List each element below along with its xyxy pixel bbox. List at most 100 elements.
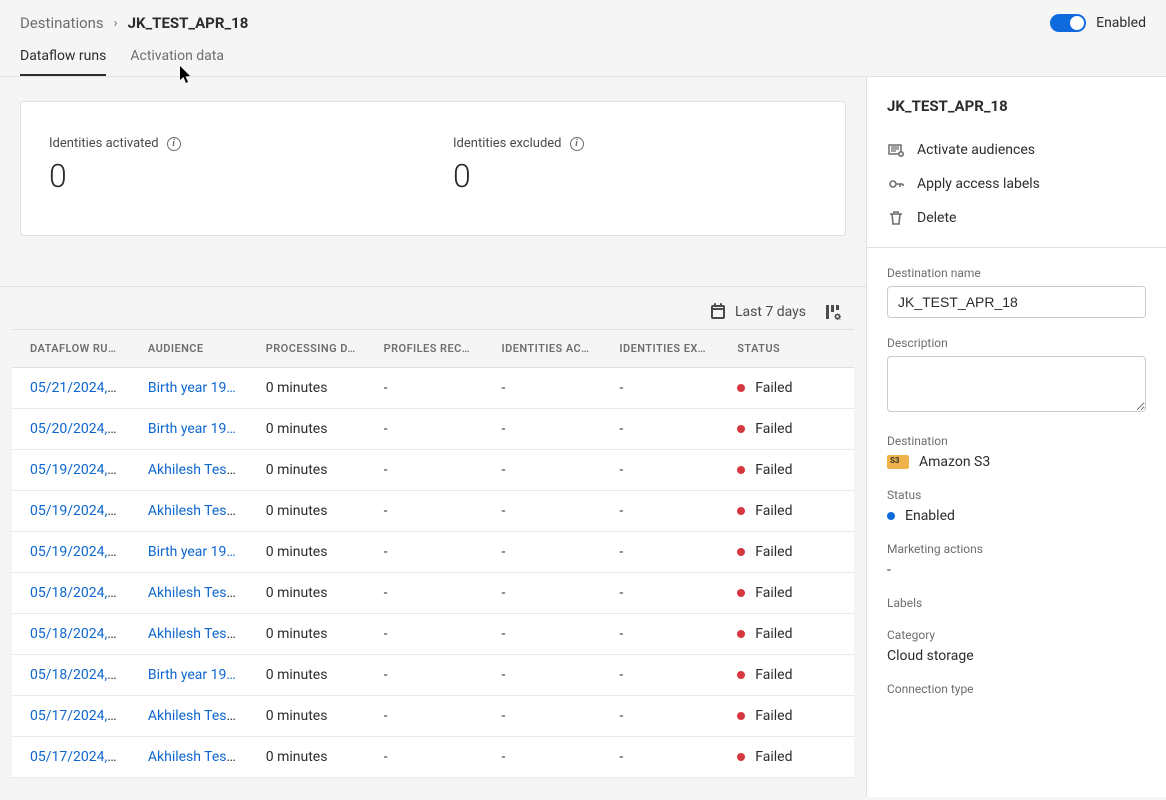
run-start-link[interactable]: 05/20/2024, 1… <box>30 421 128 437</box>
col-processing-duration[interactable]: PROCESSING D… <box>248 330 366 368</box>
col-status[interactable]: STATUS <box>719 330 854 368</box>
cell-identities-activated: - <box>484 737 602 778</box>
cell-identities-excluded: - <box>601 532 719 573</box>
cell-profiles: - <box>366 614 484 655</box>
cell-identities-activated: - <box>484 368 602 409</box>
cell-identities-excluded: - <box>601 655 719 696</box>
run-start-link[interactable]: 05/19/2024, 8… <box>30 503 128 519</box>
field-status-label: Status <box>887 488 1146 502</box>
cell-identities-activated: - <box>484 491 602 532</box>
cell-identities-activated: - <box>484 614 602 655</box>
enabled-toggle[interactable] <box>1050 14 1086 32</box>
field-description-label: Description <box>887 336 1146 350</box>
audience-link[interactable]: Akhilesh Test… <box>148 503 241 519</box>
table-row[interactable]: 05/21/2024, 1…Birth year 19…0 minutes---… <box>12 368 854 409</box>
audience-link[interactable]: Akhilesh Test… <box>148 626 241 642</box>
cell-duration: 0 minutes <box>248 573 366 614</box>
run-start-link[interactable]: 05/21/2024, 1… <box>30 380 128 396</box>
audience-link[interactable]: Birth year 19… <box>148 667 236 683</box>
run-start-link[interactable]: 05/19/2024, 1… <box>30 544 128 560</box>
amazon-s3-icon <box>887 455 909 469</box>
tab-dataflow-runs[interactable]: Dataflow runs <box>20 42 106 76</box>
run-start-link[interactable]: 05/18/2024, 8… <box>30 626 128 642</box>
col-identities-excluded[interactable]: IDENTITIES EXC… <box>601 330 719 368</box>
col-dataflow-run-start[interactable]: DATAFLOW RUN… <box>12 330 130 368</box>
action-delete-label: Delete <box>917 210 956 226</box>
action-apply-access-labels[interactable]: Apply access labels <box>887 167 1146 201</box>
action-activate-audiences[interactable]: Activate audiences <box>887 133 1146 167</box>
status-failed-dot-icon <box>737 425 745 433</box>
cell-duration: 0 minutes <box>248 409 366 450</box>
stats-card: Identities activated i 0 Identities excl… <box>20 101 846 236</box>
cell-duration: 0 minutes <box>248 696 366 737</box>
table-row[interactable]: 05/19/2024, 8…Akhilesh Test…0 minutes---… <box>12 491 854 532</box>
audience-link[interactable]: Birth year 19… <box>148 380 236 396</box>
status-failed-dot-icon <box>737 671 745 679</box>
audience-link[interactable]: Akhilesh Test… <box>148 708 241 724</box>
cell-status: Failed <box>719 655 854 696</box>
audience-link[interactable]: Akhilesh Test… <box>148 462 241 478</box>
columns-gear-icon <box>824 303 842 321</box>
status-value: Enabled <box>905 508 955 524</box>
table-row[interactable]: 05/17/2024, 8…Akhilesh Test…0 minutes---… <box>12 737 854 778</box>
cell-identities-activated: - <box>484 532 602 573</box>
run-start-link[interactable]: 05/18/2024, 9… <box>30 585 128 601</box>
cell-profiles: - <box>366 532 484 573</box>
cell-profiles: - <box>366 737 484 778</box>
col-identities-activated[interactable]: IDENTITIES ACTI… <box>484 330 602 368</box>
cell-identities-excluded: - <box>601 614 719 655</box>
run-start-link[interactable]: 05/17/2024, 8… <box>30 749 128 765</box>
table-row[interactable]: 05/19/2024, 1…Birth year 19…0 minutes---… <box>12 532 854 573</box>
cell-profiles: - <box>366 450 484 491</box>
marketing-value: - <box>887 562 1146 578</box>
table-row[interactable]: 05/20/2024, 1…Birth year 19…0 minutes---… <box>12 409 854 450</box>
field-connection-type-label: Connection type <box>887 682 1146 696</box>
breadcrumb-root-link[interactable]: Destinations <box>20 14 104 32</box>
table-row[interactable]: 05/18/2024, 9…Akhilesh Test…0 minutes---… <box>12 573 854 614</box>
cell-status: Failed <box>719 450 854 491</box>
audience-link[interactable]: Birth year 19… <box>148 544 236 560</box>
breadcrumb-root: Destinations <box>20 14 104 32</box>
cell-status: Failed <box>719 614 854 655</box>
status-failed-dot-icon <box>737 548 745 556</box>
stat-identities-activated-value: 0 <box>49 157 413 195</box>
stat-identities-excluded-value: 0 <box>453 157 817 195</box>
field-destination-label: Destination <box>887 434 1146 448</box>
cell-duration: 0 minutes <box>248 737 366 778</box>
field-marketing-label: Marketing actions <box>887 542 1146 556</box>
col-audience[interactable]: AUDIENCE <box>130 330 248 368</box>
cell-identities-activated: - <box>484 573 602 614</box>
table-row[interactable]: 05/18/2024, 8…Akhilesh Test…0 minutes---… <box>12 614 854 655</box>
status-failed-dot-icon <box>737 589 745 597</box>
chevron-right-icon: › <box>114 16 118 31</box>
column-settings-button[interactable] <box>824 303 842 321</box>
destination-name-input[interactable] <box>887 286 1146 318</box>
info-icon[interactable]: i <box>167 137 181 151</box>
info-icon[interactable]: i <box>570 137 584 151</box>
cell-identities-excluded: - <box>601 368 719 409</box>
panel-title: JK_TEST_APR_18 <box>887 97 1146 115</box>
dataflow-runs-table: DATAFLOW RUN… AUDIENCE PROCESSING D… PRO… <box>12 330 854 778</box>
col-profiles-received[interactable]: PROFILES RECEI… <box>366 330 484 368</box>
cell-profiles: - <box>366 655 484 696</box>
action-delete[interactable]: Delete <box>887 201 1146 235</box>
cell-duration: 0 minutes <box>248 614 366 655</box>
audience-link[interactable]: Birth year 19… <box>148 421 236 437</box>
table-row[interactable]: 05/18/2024, 1…Birth year 19…0 minutes---… <box>12 655 854 696</box>
table-row[interactable]: 05/19/2024, 9…Akhilesh Test…0 minutes---… <box>12 450 854 491</box>
table-row[interactable]: 05/17/2024, 9…Akhilesh Test…0 minutes---… <box>12 696 854 737</box>
description-input[interactable] <box>887 356 1146 412</box>
cell-profiles: - <box>366 573 484 614</box>
audience-link[interactable]: Akhilesh Test… <box>148 585 241 601</box>
key-icon <box>887 175 905 193</box>
audience-link[interactable]: Akhilesh Test… <box>148 749 241 765</box>
cell-status: Failed <box>719 368 854 409</box>
run-start-link[interactable]: 05/18/2024, 1… <box>30 667 128 683</box>
status-failed-dot-icon <box>737 384 745 392</box>
run-start-link[interactable]: 05/17/2024, 9… <box>30 708 128 724</box>
date-range-label: Last 7 days <box>735 304 806 320</box>
tab-activation-data[interactable]: Activation data <box>130 42 224 76</box>
cell-duration: 0 minutes <box>248 450 366 491</box>
run-start-link[interactable]: 05/19/2024, 9… <box>30 462 128 478</box>
date-range-picker[interactable]: Last 7 days <box>709 303 806 321</box>
